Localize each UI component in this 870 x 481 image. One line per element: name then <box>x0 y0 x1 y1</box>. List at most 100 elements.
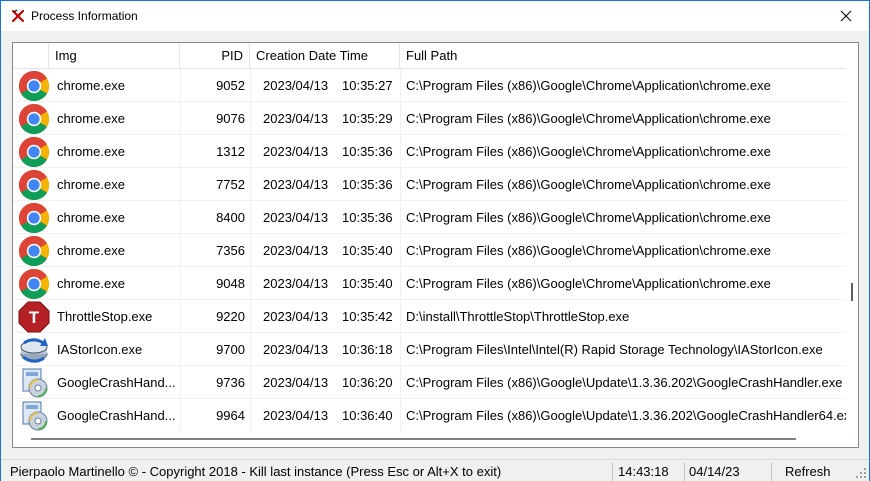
chrome-icon <box>17 102 53 135</box>
iastor-icon <box>17 333 53 366</box>
cell-time: 10:35:36 <box>342 144 393 159</box>
cell-path: C:\Program Files (x86)\Google\Chrome\App… <box>406 243 771 258</box>
cell-date: 2023/04/13 <box>263 177 329 192</box>
cell-pid: 9700 <box>216 342 245 357</box>
cell-img: chrome.exe <box>57 177 125 192</box>
title-bar[interactable]: Process Information <box>1 1 869 31</box>
chrome-icon <box>17 201 53 234</box>
cell-time: 10:36:18 <box>342 342 393 357</box>
window-title: Process Information <box>31 9 138 23</box>
svg-text:T: T <box>29 308 40 327</box>
cell-pid: 9736 <box>216 375 245 390</box>
cell-date: 2023/04/13 <box>263 210 329 225</box>
cell-time: 10:35:36 <box>342 210 393 225</box>
throttlestop-icon: T <box>17 300 53 333</box>
cell-img: chrome.exe <box>57 276 125 291</box>
resize-grip-icon[interactable] <box>853 465 867 479</box>
installer-icon <box>17 399 53 431</box>
cell-path: C:\Program Files\Intel\Intel(R) Rapid St… <box>406 342 823 357</box>
installer-icon <box>17 366 53 399</box>
cell-date: 2023/04/13 <box>263 243 329 258</box>
close-icon <box>840 10 852 22</box>
cell-time: 10:35:29 <box>342 111 393 126</box>
cell-img: chrome.exe <box>57 111 125 126</box>
cell-img: GoogleCrashHand... <box>57 408 176 423</box>
cell-path: C:\Program Files (x86)\Google\Update\1.3… <box>406 408 846 423</box>
cell-time: 10:35:36 <box>342 177 393 192</box>
cell-pid: 8400 <box>216 210 245 225</box>
cell-path: C:\Program Files (x86)\Google\Chrome\App… <box>406 111 771 126</box>
close-button[interactable] <box>823 1 869 31</box>
cell-date: 2023/04/13 <box>263 309 329 324</box>
cell-date: 2023/04/13 <box>263 78 329 93</box>
cell-img: IAStorIcon.exe <box>57 342 143 357</box>
cell-img: chrome.exe <box>57 144 125 159</box>
status-time: 14:43:18 <box>614 462 685 481</box>
cell-img: chrome.exe <box>57 78 125 93</box>
cell-time: 10:35:27 <box>342 78 393 93</box>
header-icon-column[interactable] <box>13 43 49 69</box>
cell-path: D:\install\ThrottleStop\ThrottleStop.exe <box>406 309 630 324</box>
cell-pid: 7752 <box>216 177 245 192</box>
cell-path: C:\Program Files (x86)\Google\Chrome\App… <box>406 177 771 192</box>
chrome-icon <box>17 234 53 267</box>
cell-pid: 7356 <box>216 243 245 258</box>
header-img[interactable]: Img <box>49 43 180 69</box>
chrome-icon <box>17 69 53 102</box>
list-header: Img PID Creation Date Time Full Path <box>13 43 846 69</box>
table-row[interactable]: chrome.exe 9076 2023/04/13 10:35:29 C:\Progr… <box>13 102 846 135</box>
chrome-icon <box>17 135 53 168</box>
cell-path: C:\Program Files (x86)\Google\Chrome\App… <box>406 276 771 291</box>
header-pid[interactable]: PID <box>180 43 250 69</box>
cell-pid: 9052 <box>216 78 245 93</box>
cell-path: C:\Program Files (x86)\Google\Chrome\App… <box>406 144 771 159</box>
status-bar: Pierpaolo Martinello © - Copyright 2018 … <box>1 459 869 481</box>
cell-pid: 9964 <box>216 408 245 423</box>
cell-date: 2023/04/13 <box>263 342 329 357</box>
table-row[interactable]: GoogleCrashHand... 9964 2023/04/13 10:36:40… <box>13 399 846 431</box>
table-row[interactable]: chrome.exe 7356 2023/04/13 10:35:40 C:\Progr… <box>13 234 846 267</box>
cell-pid: 9076 <box>216 111 245 126</box>
cell-img: GoogleCrashHand... <box>57 375 176 390</box>
cell-time: 10:36:40 <box>342 408 393 423</box>
process-information-window: Process Information Img PID Creation Dat… <box>0 0 870 481</box>
table-row[interactable]: chrome.exe 8400 2023/04/13 10:35:36 C:\Progr… <box>13 201 846 234</box>
table-row[interactable]: chrome.exe 9052 2023/04/13 10:35:27 C:\Progr… <box>13 69 846 102</box>
header-full-path[interactable]: Full Path <box>400 43 846 69</box>
header-creation-date-time[interactable]: Creation Date Time <box>250 43 400 69</box>
chrome-icon <box>17 267 53 300</box>
cell-date: 2023/04/13 <box>263 276 329 291</box>
cell-time: 10:35:40 <box>342 276 393 291</box>
refresh-button[interactable]: Refresh <box>773 462 845 481</box>
cell-pid: 9220 <box>216 309 245 324</box>
table-row[interactable]: GoogleCrashHand... 9736 2023/04/13 10:36:20… <box>13 366 846 399</box>
list-rows: chrome.exe 9052 2023/04/13 10:35:27 C:\Progr… <box>13 69 846 431</box>
table-row[interactable]: chrome.exe 7752 2023/04/13 10:35:36 C:\Progr… <box>13 168 846 201</box>
cell-path: C:\Program Files (x86)\Google\Update\1.3… <box>406 375 843 390</box>
table-row[interactable]: IAStorIcon.exe 9700 2023/04/13 10:36:18 C:\P… <box>13 333 846 366</box>
cell-time: 10:36:20 <box>342 375 393 390</box>
table-row[interactable]: chrome.exe 9048 2023/04/13 10:35:40 C:\Progr… <box>13 267 846 300</box>
vertical-scrollbar[interactable] <box>846 43 858 431</box>
cell-date: 2023/04/13 <box>263 111 329 126</box>
cell-date: 2023/04/13 <box>263 375 329 390</box>
app-icon <box>11 9 25 23</box>
chrome-icon <box>17 168 53 201</box>
table-row[interactable]: T ThrottleStop.exe 9220 2023/04/13 10:35:42 D… <box>13 300 846 333</box>
vertical-scroll-thumb[interactable] <box>851 283 853 301</box>
cell-path: C:\Program Files (x86)\Google\Chrome\App… <box>406 78 771 93</box>
cell-date: 2023/04/13 <box>263 408 329 423</box>
status-message: Pierpaolo Martinello © - Copyright 2018 … <box>10 462 613 481</box>
cell-time: 10:35:42 <box>342 309 393 324</box>
status-date: 04/14/23 <box>686 462 772 481</box>
process-list[interactable]: Img PID Creation Date Time Full Path chr… <box>12 42 859 448</box>
cell-pid: 1312 <box>216 144 245 159</box>
cell-date: 2023/04/13 <box>263 144 329 159</box>
horizontal-scrollbar[interactable] <box>13 431 858 447</box>
table-row[interactable]: chrome.exe 1312 2023/04/13 10:35:36 C:\Progr… <box>13 135 846 168</box>
cell-img: ThrottleStop.exe <box>57 309 153 324</box>
cell-time: 10:35:40 <box>342 243 393 258</box>
cell-path: C:\Program Files (x86)\Google\Chrome\App… <box>406 210 771 225</box>
horizontal-scroll-thumb[interactable] <box>31 438 796 440</box>
cell-img: chrome.exe <box>57 243 125 258</box>
